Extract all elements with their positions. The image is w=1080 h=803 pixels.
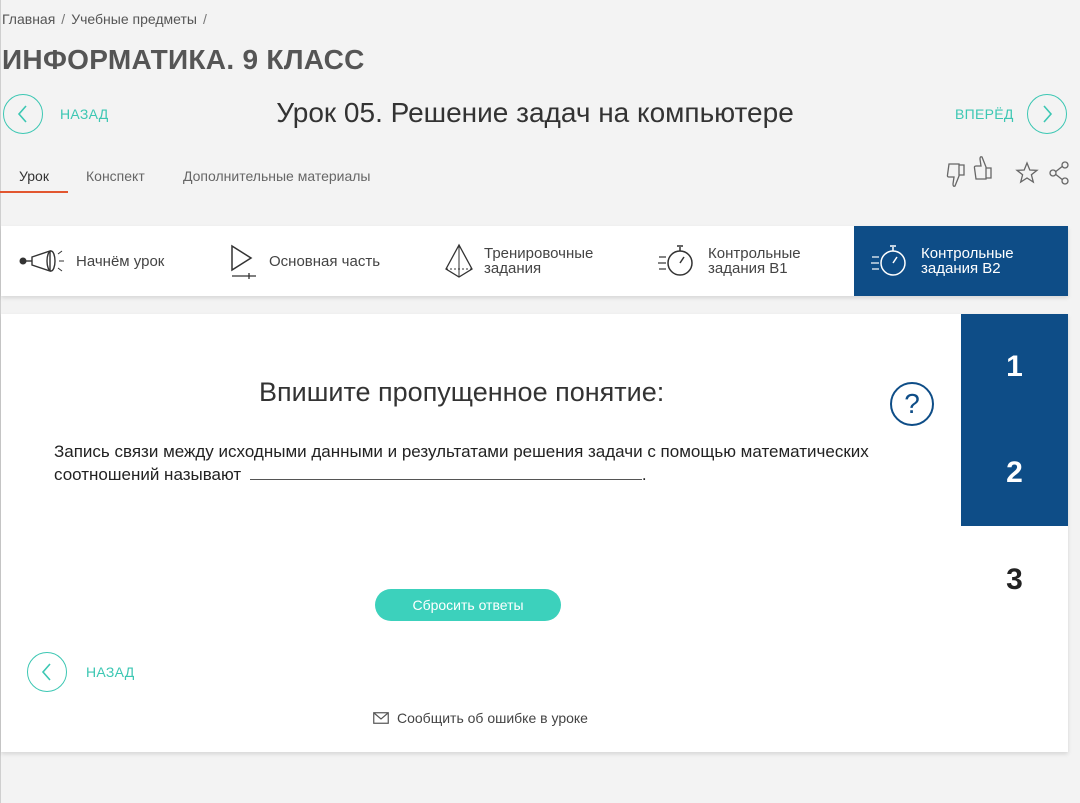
breadcrumb: Главная / Учебные предметы / bbox=[2, 11, 213, 27]
reset-answers-button[interactable]: Сбросить ответы bbox=[375, 589, 561, 621]
step-label: Начнём урок bbox=[76, 252, 165, 270]
lesson-actions bbox=[940, 155, 1075, 191]
step-training-tasks[interactable]: Тренировочные задания bbox=[444, 226, 614, 296]
breadcrumb-subjects[interactable]: Учебные предметы bbox=[71, 11, 197, 27]
report-error-link[interactable]: Сообщить об ошибке в уроке bbox=[373, 710, 588, 726]
envelope-icon bbox=[373, 712, 389, 724]
task-number-1[interactable]: 1 bbox=[961, 314, 1068, 420]
tab-extra-materials[interactable]: Дополнительные материалы bbox=[183, 168, 370, 184]
breadcrumb-separator: / bbox=[202, 11, 207, 27]
question-mark-icon: ? bbox=[904, 388, 920, 419]
share-icon[interactable] bbox=[1048, 161, 1070, 185]
subject-title: ИНФОРМАТИКА. 9 КЛАСС bbox=[2, 44, 365, 75]
step-control-tasks-b1[interactable]: Контрольные задания В1 bbox=[658, 226, 838, 296]
task-number-3[interactable]: 3 bbox=[961, 527, 1068, 633]
question-text: Запись связи между исходными данными и р… bbox=[54, 440, 934, 486]
like-icon[interactable] bbox=[973, 155, 997, 183]
dislike-icon[interactable] bbox=[946, 160, 970, 188]
step-control-tasks-b2[interactable]: Контрольные задания В2 bbox=[854, 226, 1068, 296]
answer-blank-input[interactable] bbox=[249, 465, 642, 480]
play-icon bbox=[229, 243, 259, 279]
step-label: Контрольные задания В2 bbox=[921, 245, 1014, 277]
report-error-label: Сообщить об ошибке в уроке bbox=[397, 710, 588, 726]
back-circle-button[interactable] bbox=[3, 94, 43, 134]
chevron-right-icon bbox=[1043, 105, 1053, 123]
back-link[interactable]: НАЗАД bbox=[60, 106, 109, 122]
chevron-left-icon bbox=[41, 663, 51, 681]
forward-link[interactable]: ВПЕРЁД bbox=[955, 106, 1014, 122]
step-label: Тренировочные задания bbox=[484, 245, 594, 277]
pyramid-icon bbox=[444, 243, 474, 279]
tab-summary[interactable]: Конспект bbox=[86, 168, 145, 184]
megaphone-icon bbox=[18, 246, 66, 276]
tab-lesson[interactable]: Урок bbox=[19, 168, 49, 184]
step-label: Контрольные задания В1 bbox=[708, 245, 801, 277]
step-start-lesson[interactable]: Начнём урок bbox=[18, 226, 164, 296]
lesson-title: Урок 05. Решение задач на компьютере bbox=[276, 97, 794, 128]
question-text-after: . bbox=[641, 465, 647, 484]
stopwatch-icon bbox=[871, 243, 911, 279]
breadcrumb-separator: / bbox=[61, 11, 66, 27]
task-card: Впишите пропущенное понятие: ? Запись св… bbox=[1, 314, 1068, 752]
stopwatch-icon bbox=[658, 243, 698, 279]
active-tab-underline bbox=[0, 191, 68, 193]
help-button[interactable]: ? bbox=[890, 382, 934, 426]
bottom-back-link[interactable]: НАЗАД bbox=[86, 664, 135, 680]
chevron-left-icon bbox=[17, 105, 27, 123]
step-label: Основная часть bbox=[269, 252, 381, 270]
bottom-back-circle-button[interactable] bbox=[27, 652, 67, 692]
lesson-steps-bar: Начнём урок Основная часть Тренировочные… bbox=[1, 226, 1068, 296]
forward-circle-button[interactable] bbox=[1027, 94, 1067, 134]
question-title: Впишите пропущенное понятие: bbox=[259, 377, 665, 407]
star-icon[interactable] bbox=[1015, 161, 1039, 185]
step-main-part[interactable]: Основная часть bbox=[229, 226, 380, 296]
breadcrumb-home[interactable]: Главная bbox=[2, 11, 55, 27]
task-number-2[interactable]: 2 bbox=[961, 420, 1068, 526]
